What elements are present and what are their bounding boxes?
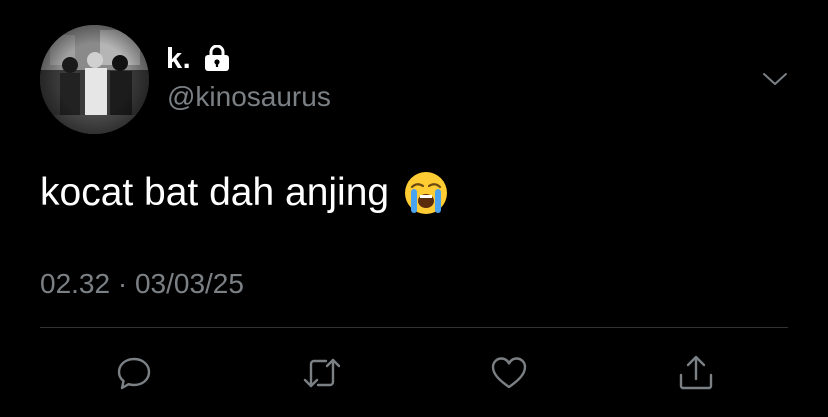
loudly-crying-face-emoji	[405, 172, 448, 214]
display-name[interactable]: k.	[166, 43, 191, 76]
tweet-timestamp[interactable]: 02.32 · 03/03/25	[40, 268, 244, 300]
reply-button[interactable]	[109, 348, 159, 398]
heart-icon	[491, 357, 527, 389]
user-handle[interactable]: @kinosaurus	[167, 81, 331, 113]
share-icon	[679, 355, 713, 390]
tweet-text: kocat bat dah anjing	[40, 171, 390, 214]
avatar[interactable]	[40, 25, 149, 134]
tweet-body: kocat bat dah anjing	[40, 170, 449, 216]
tweet-card: k. @kinosaurus kocat bat dah anjing 02.3…	[0, 0, 828, 417]
display-name-row: k.	[166, 41, 231, 77]
divider	[40, 327, 788, 328]
chevron-down-icon[interactable]	[760, 64, 790, 94]
retweet-button[interactable]	[297, 348, 347, 398]
share-button[interactable]	[671, 348, 721, 398]
lock-icon	[205, 45, 230, 71]
retweet-icon	[303, 358, 341, 388]
action-bar	[0, 348, 828, 398]
like-button[interactable]	[484, 348, 534, 398]
reply-icon	[117, 357, 151, 390]
